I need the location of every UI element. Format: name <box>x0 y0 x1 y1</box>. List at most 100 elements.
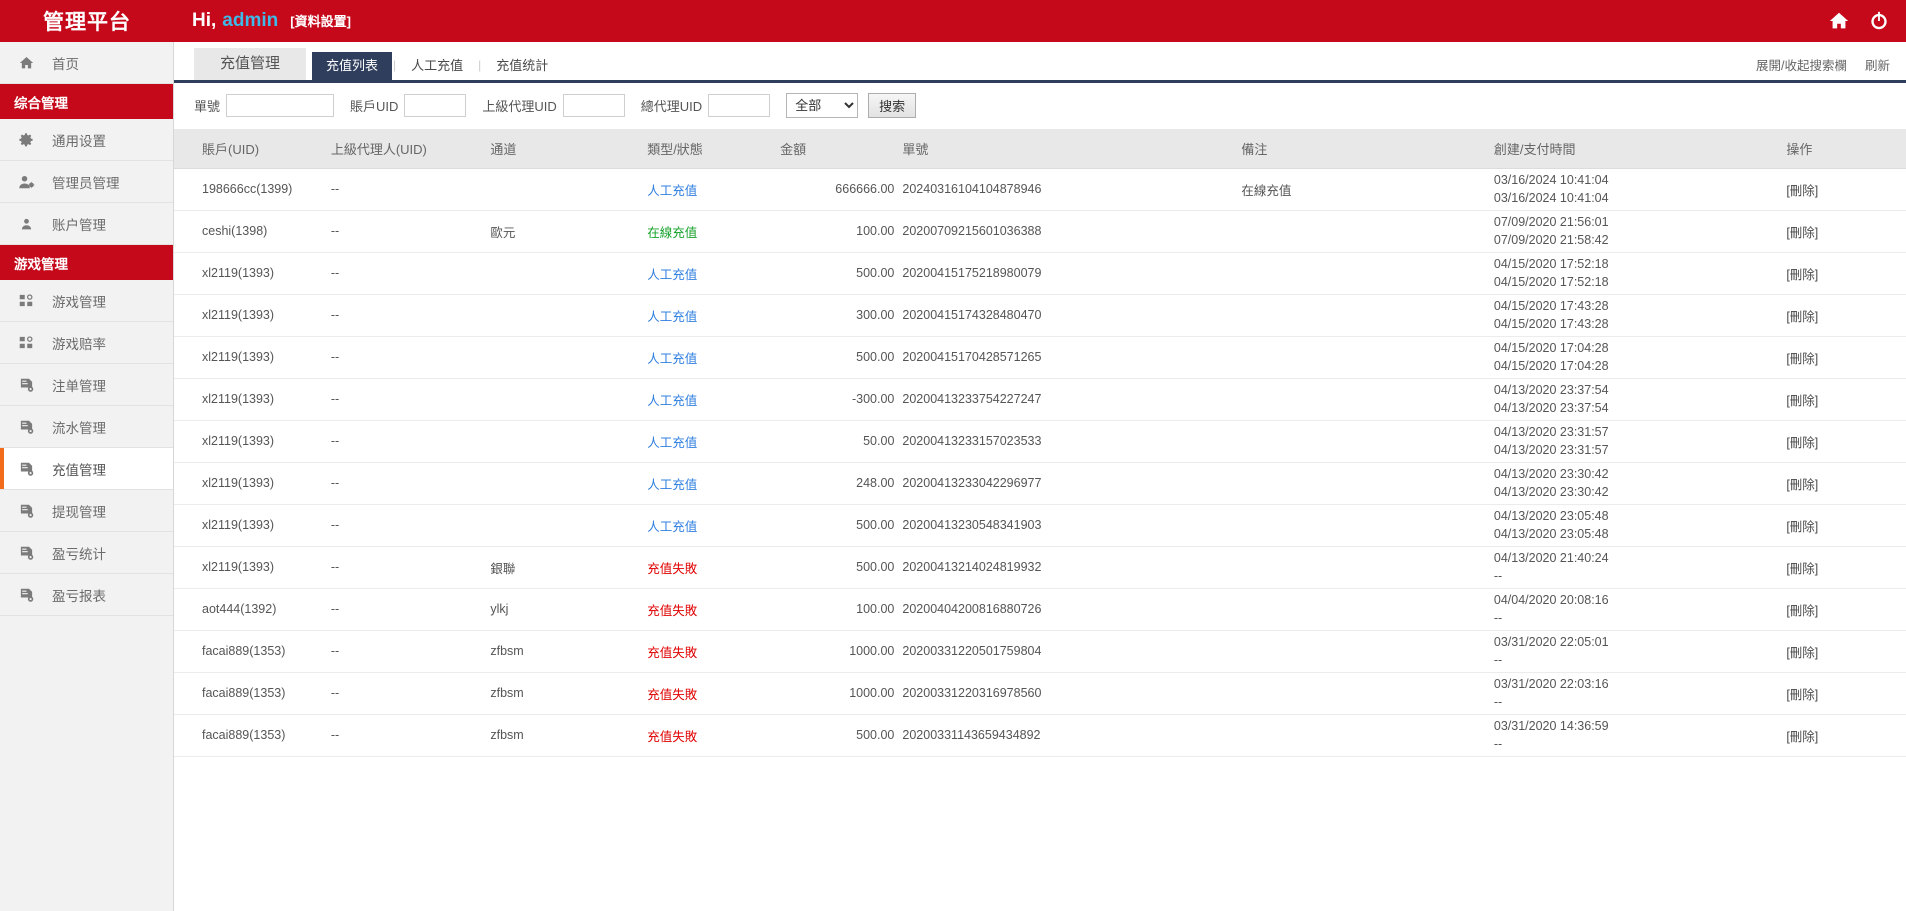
cell-channel <box>490 252 648 295</box>
cell-type-status: 充值失敗 <box>647 546 781 589</box>
header-amount: 金額 <box>780 129 903 169</box>
cell-operations: [刪除] <box>1786 504 1906 547</box>
cell-account: xl2119(1393) <box>174 462 331 505</box>
sidebar-item-3[interactable]: 管理员管理 <box>0 161 173 203</box>
status-badge: 在線充值 <box>647 225 698 240</box>
cell-operations: [刪除] <box>1786 546 1906 589</box>
search-input-3[interactable] <box>708 94 771 117</box>
cell-account: xl2119(1393) <box>174 546 331 589</box>
recharge-table: 賬戶(UID) 上級代理人(UID) 通道 類型/狀態 金額 單號 備注 創建/… <box>174 129 1906 757</box>
cell-remark <box>1241 588 1494 631</box>
delete-link[interactable]: [刪除] <box>1786 226 1818 240</box>
cell-type-status: 人工充值 <box>647 504 781 547</box>
sidebar-item-10[interactable]: 充值管理 <box>0 448 173 490</box>
paid-time: 04/13/2020 23:31:57 <box>1493 443 1609 457</box>
delete-link[interactable]: [刪除] <box>1786 478 1818 492</box>
created-time: 03/31/2020 22:05:01 <box>1493 634 1609 649</box>
cell-account: 198666cc(1399) <box>174 168 331 211</box>
cell-amount: 500.00 <box>780 546 903 589</box>
sidebar-item-6[interactable]: 游戏管理 <box>0 280 173 322</box>
cell-amount: 1000.00 <box>780 672 903 715</box>
cell-account: facai889(1353) <box>174 714 331 757</box>
sidebar-item-0[interactable]: 首页 <box>0 42 173 84</box>
sidebar-item-12[interactable]: 盈亏统计 <box>0 532 173 574</box>
status-badge: 充值失敗 <box>647 603 698 618</box>
table-head: 賬戶(UID) 上級代理人(UID) 通道 類型/狀態 金額 單號 備注 創建/… <box>174 129 1906 169</box>
status-badge[interactable]: 人工充值 <box>647 520 697 534</box>
cell-parent: -- <box>330 672 491 715</box>
cell-account: facai889(1353) <box>174 630 331 673</box>
delete-link[interactable]: [刪除] <box>1786 268 1818 282</box>
sidebar-item-9[interactable]: 流水管理 <box>0 406 173 448</box>
table-row: xl2119(1393) -- 人工充值 500.00 2020041517042857… <box>174 336 1906 379</box>
status-badge[interactable]: 人工充值 <box>647 268 697 282</box>
toggle-search-panel-link[interactable]: 展開/收起搜索欄 <box>1756 55 1847 74</box>
cell-channel <box>490 462 648 505</box>
status-badge[interactable]: 人工充值 <box>647 394 697 408</box>
status-badge[interactable]: 人工充值 <box>647 478 697 492</box>
delete-link[interactable]: [刪除] <box>1786 436 1818 450</box>
table-row: xl2119(1393) -- 人工充值 -300.00 202004132337542… <box>174 378 1906 421</box>
status-badge[interactable]: 人工充值 <box>647 436 697 450</box>
refresh-link[interactable]: 刷新 <box>1865 55 1890 74</box>
subtab-1[interactable]: 人工充值 <box>397 52 477 80</box>
cell-time: 04/13/2020 23:37:54 04/13/2020 23:37:54 <box>1493 378 1787 421</box>
report-icon <box>16 376 36 394</box>
cell-amount: 248.00 <box>780 462 903 505</box>
delete-link[interactable]: [刪除] <box>1786 310 1818 324</box>
cell-channel <box>490 504 648 547</box>
grid-icon <box>16 292 36 310</box>
search-input-2[interactable] <box>562 94 625 117</box>
search-button[interactable]: 搜索 <box>868 93 917 118</box>
sidebar-item-11[interactable]: 提现管理 <box>0 490 173 532</box>
sidebar-item-4[interactable]: 账户管理 <box>0 203 173 245</box>
cell-parent: -- <box>330 546 491 589</box>
delete-link[interactable]: [刪除] <box>1786 646 1818 660</box>
status-badge[interactable]: 人工充值 <box>647 352 697 366</box>
cell-operations: [刪除] <box>1786 672 1906 715</box>
sidebar-item-2[interactable]: 通用设置 <box>0 119 173 161</box>
subtab-0[interactable]: 充值列表 <box>312 52 393 80</box>
profile-settings-link[interactable]: [資料設置] <box>290 11 351 30</box>
cell-amount: 500.00 <box>780 252 903 295</box>
cell-account: xl2119(1393) <box>174 294 331 337</box>
delete-link[interactable]: [刪除] <box>1786 730 1818 744</box>
report-icon <box>16 586 36 604</box>
search-input-1[interactable] <box>404 94 467 117</box>
cell-operations: [刪除] <box>1786 630 1906 673</box>
header-time: 創建/支付時間 <box>1493 129 1787 169</box>
cell-time: 04/13/2020 23:30:42 04/13/2020 23:30:42 <box>1493 462 1787 505</box>
delete-link[interactable]: [刪除] <box>1786 352 1818 366</box>
cell-type-status: 人工充值 <box>647 294 781 337</box>
report-icon <box>16 460 36 478</box>
home-icon[interactable] <box>1828 10 1850 32</box>
cell-parent: -- <box>330 336 491 379</box>
cell-channel: ylkj <box>490 588 648 631</box>
delete-link[interactable]: [刪除] <box>1786 394 1818 408</box>
cell-channel <box>490 420 648 463</box>
sidebar-item-label: 首页 <box>52 56 79 72</box>
delete-link[interactable]: [刪除] <box>1786 562 1818 576</box>
status-select[interactable]: 全部 <box>786 93 859 118</box>
sidebar-item-8[interactable]: 注单管理 <box>0 364 173 406</box>
top-bar: 管理平台 Hi, admin [資料設置] <box>0 0 1906 42</box>
subtab-2[interactable]: 充值统計 <box>482 52 562 80</box>
delete-link[interactable]: [刪除] <box>1786 184 1818 198</box>
sidebar-item-7[interactable]: 游戏赔率 <box>0 322 173 364</box>
table-row: xl2119(1393) -- 銀聯 充值失敗 500.00 20200413214024… <box>174 546 1906 589</box>
delete-link[interactable]: [刪除] <box>1786 604 1818 618</box>
status-badge[interactable]: 人工充值 <box>647 310 697 324</box>
sidebar-item-13[interactable]: 盈亏报表 <box>0 574 173 616</box>
cell-order: 20200413233157023533 <box>902 420 1242 463</box>
delete-link[interactable]: [刪除] <box>1786 688 1818 702</box>
delete-link[interactable]: [刪除] <box>1786 520 1818 534</box>
tab-strip: 充值管理 充值列表 | 人工充值 | 充值统計 展開/收起搜索欄 刷新 <box>174 42 1906 83</box>
power-icon[interactable] <box>1868 10 1890 32</box>
status-badge[interactable]: 人工充值 <box>647 184 697 198</box>
header-type: 類型/狀態 <box>647 129 781 169</box>
cell-channel <box>490 336 648 379</box>
status-badge: 充值失敗 <box>647 729 698 744</box>
status-badge: 充值失敗 <box>647 561 698 576</box>
cell-account: xl2119(1393) <box>174 378 331 421</box>
search-input-0[interactable] <box>226 94 335 117</box>
